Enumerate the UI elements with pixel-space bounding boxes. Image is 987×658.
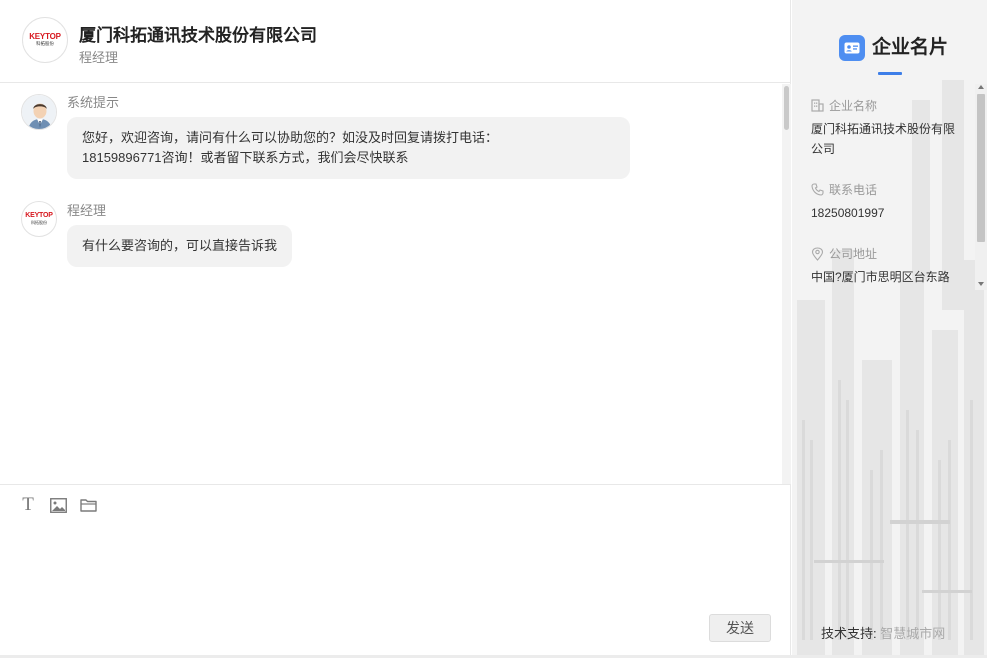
image-upload-button[interactable] [49, 496, 67, 514]
send-button[interactable]: 发送 [709, 614, 771, 642]
message-text-line: 您好，欢迎咨询，请问有什么可以协助您的？如没及时回复请拨打电话： [82, 130, 499, 145]
address-value: 中国?厦门市思明区台东路 [811, 270, 950, 284]
scroll-down-arrow-icon[interactable] [978, 282, 984, 286]
logo-sub-text: 科拓股份 [35, 41, 54, 47]
scroll-up-arrow-icon[interactable] [978, 85, 984, 89]
logo-sub-text: 科拓股份 [30, 220, 47, 226]
address-label: 公司地址 [811, 245, 877, 262]
message-sender: 程经理 [67, 203, 107, 218]
message-list[interactable]: 系统提示 您好，欢迎咨询，请问有什么可以协助您的？如没及时回复请拨打电话： 18… [0, 84, 791, 484]
card-info-list[interactable]: 企业名称 厦门科拓通讯技术股份有限公司 联系电话 18250801997 公司地… [792, 88, 977, 294]
phone-label-text: 联系电话 [829, 183, 878, 197]
keytop-logo-icon: KEYTOP 科拓股份 [22, 202, 56, 236]
address-label-text: 公司地址 [829, 247, 878, 261]
message-text-line: 18159896771咨询！或者留下联系方式，我们会尽快联系 [82, 150, 409, 165]
scrollbar-thumb[interactable] [784, 86, 789, 130]
text-format-icon: T [22, 494, 34, 515]
location-pin-icon [811, 246, 824, 261]
message-text: 有什么要咨询的，可以直接告诉我 [82, 238, 278, 253]
phone-icon [811, 183, 824, 196]
support-link[interactable]: 智慧城市网 [880, 626, 945, 641]
system-avatar [21, 94, 57, 130]
card-scrollbar-thumb[interactable] [977, 94, 985, 242]
card-title-underline [878, 72, 902, 75]
phone-value: 18250801997 [811, 206, 885, 220]
composer-toolbar: T [19, 495, 97, 515]
logo-brand-text: KEYTOP [29, 32, 61, 41]
chat-header: KEYTOP 科拓股份 厦门科拓通讯技术股份有限公司 程经理 [0, 0, 791, 83]
person-avatar-icon [22, 95, 56, 129]
message-bubble: 您好，欢迎咨询，请问有什么可以协助您的？如没及时回复请拨打电话： 1815989… [67, 117, 630, 179]
card-title: 企业名片 [872, 37, 949, 58]
company-name-label: 企业名称 [811, 97, 877, 114]
card-header: 企业名片 [792, 0, 987, 84]
phone-label: 联系电话 [811, 181, 877, 198]
contact-name: 程经理 [79, 50, 119, 65]
message-input[interactable] [16, 522, 776, 606]
image-icon [49, 497, 67, 513]
support-label: 技术支持: [821, 626, 877, 641]
card-scrollbar[interactable] [975, 84, 987, 290]
company-name-label-text: 企业名称 [829, 99, 878, 113]
id-card-icon [839, 35, 865, 61]
message-scrollbar[interactable] [782, 84, 791, 484]
building-icon [811, 99, 824, 112]
business-card-panel: 企业名片 企业名称 厦门科拓通讯技术股份有限公司 联系电话 1825080199… [792, 0, 987, 658]
message-bubble: 有什么要咨询的，可以直接告诉我 [67, 225, 293, 267]
message-sender: 系统提示 [67, 95, 120, 110]
tech-support: 技术支持: 智慧城市网 [821, 623, 945, 642]
company-name-value: 厦门科拓通讯技术股份有限公司 [811, 122, 956, 156]
text-format-button[interactable]: T [19, 494, 37, 515]
logo-brand-text: KEYTOP [25, 212, 53, 219]
company-logo: KEYTOP 科拓股份 [22, 17, 68, 63]
chat-panel: KEYTOP 科拓股份 厦门科拓通讯技术股份有限公司 程经理 系统提示 您好，欢… [0, 0, 791, 658]
company-title: 厦门科拓通讯技术股份有限公司 [79, 26, 317, 45]
manager-avatar: KEYTOP 科拓股份 [21, 201, 57, 237]
composer-divider [0, 484, 791, 485]
file-upload-button[interactable] [79, 496, 97, 514]
folder-icon [79, 499, 97, 512]
